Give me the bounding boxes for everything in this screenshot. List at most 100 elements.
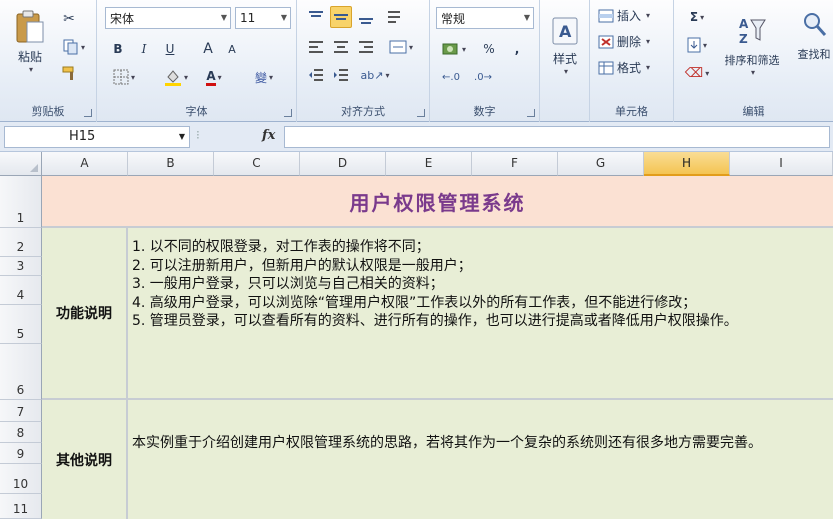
border-button[interactable]: ▾	[107, 66, 141, 88]
increase-decimal-icon: ←.0	[442, 71, 460, 83]
scissors-icon: ✂	[63, 11, 75, 27]
svg-text:Z: Z	[739, 32, 748, 46]
chevron-down-icon: ▼	[220, 13, 227, 22]
other-label-cell[interactable]: 其他说明	[42, 400, 128, 519]
align-right-button[interactable]	[355, 36, 377, 58]
shrink-font-button[interactable]: A	[221, 38, 243, 60]
sort-filter-label: 排序和筛选	[724, 53, 780, 67]
phonetic-button[interactable]: 變 ▾	[247, 66, 281, 88]
wrap-text-icon	[388, 11, 400, 23]
row-header-1[interactable]: 1	[0, 176, 42, 228]
font-size-combo[interactable]: 11 ▼	[235, 7, 291, 29]
clipboard-launcher-icon[interactable]	[84, 109, 92, 117]
format-label: 格式	[617, 61, 642, 75]
column-header-g[interactable]: G	[558, 152, 644, 176]
fill-color-icon	[164, 70, 181, 86]
font-launcher-icon[interactable]	[284, 109, 292, 117]
bold-button[interactable]: B	[107, 38, 129, 60]
clear-button[interactable]: ⌫ ▾	[682, 62, 712, 84]
delete-cells-button[interactable]: 删除 ▾	[598, 33, 650, 50]
insert-function-button[interactable]: fx	[262, 128, 275, 143]
align-middle-button[interactable]	[330, 6, 352, 28]
select-all-button[interactable]	[0, 152, 42, 176]
paste-button[interactable]: 粘贴 ▾	[8, 4, 52, 80]
row-header-6[interactable]: 6	[0, 344, 42, 400]
copy-button[interactable]: ▾	[58, 36, 90, 58]
worksheet-grid: A B C D E F G H I 1 2 3 4 5 6 7 8 9 10 1…	[0, 152, 833, 519]
column-header-d[interactable]: D	[300, 152, 386, 176]
sort-filter-button[interactable]: AZ 排序和筛选 ▾	[718, 4, 786, 86]
fill-down-icon	[687, 37, 701, 53]
cut-button[interactable]: ✂	[58, 8, 80, 30]
row-header-3[interactable]: 3	[0, 257, 42, 276]
column-header-b[interactable]: B	[128, 152, 214, 176]
format-cells-button[interactable]: 格式 ▾	[598, 59, 650, 76]
ribbon: 粘贴 ▾ ✂ ▾ 剪贴板 宋体 ▼ 11 ▼ B I U A A ▾ ▾ A ▾…	[0, 0, 833, 122]
align-bottom-button[interactable]	[355, 6, 377, 28]
font-color-button[interactable]: A ▾	[197, 66, 231, 88]
row-header-2[interactable]: 2	[0, 228, 42, 257]
decrease-decimal-button[interactable]: .0→	[470, 66, 496, 88]
column-header-f[interactable]: F	[472, 152, 558, 176]
grow-font-button[interactable]: A	[197, 38, 219, 60]
column-header-i[interactable]: I	[730, 152, 833, 176]
name-box[interactable]: H15 ▼	[4, 126, 190, 148]
increase-decimal-button[interactable]: ←.0	[438, 66, 464, 88]
clipboard-group: 粘贴 ▾ ✂ ▾ 剪贴板	[0, 0, 97, 122]
row-header-8[interactable]: 8	[0, 422, 42, 443]
column-header-c[interactable]: C	[214, 152, 300, 176]
number-launcher-icon[interactable]	[527, 109, 535, 117]
row-header-4[interactable]: 4	[0, 276, 42, 305]
row-header-10[interactable]: 10	[0, 464, 42, 494]
number-format-combo[interactable]: 常规 ▼	[436, 7, 534, 29]
function-label-cell[interactable]: 功能说明	[42, 228, 128, 400]
fill-button[interactable]: ▾	[682, 34, 712, 56]
column-header-a[interactable]: A	[42, 152, 128, 176]
other-content-cell[interactable]: 本实例重于介绍创建用户权限管理系统的思路，若将其作为一个复杂的系统则还有很多地方…	[128, 400, 833, 519]
paste-icon	[16, 10, 44, 43]
orientation-button[interactable]: ab↗ ▾	[359, 64, 391, 86]
currency-button[interactable]: ▾	[438, 38, 470, 60]
font-name-combo[interactable]: 宋体 ▼	[105, 7, 231, 29]
align-right-icon	[359, 41, 373, 53]
italic-button[interactable]: I	[133, 38, 155, 60]
increase-indent-button[interactable]	[330, 64, 352, 86]
formula-divider-icon: ⁝	[196, 128, 200, 142]
function-content-cell[interactable]: 1. 以不同的权限登录，对工作表的操作将不同； 2. 可以注册新用户，但新用户的…	[128, 228, 833, 400]
percent-button[interactable]: %	[478, 38, 500, 60]
column-header-e[interactable]: E	[386, 152, 472, 176]
align-left-icon	[309, 41, 323, 53]
underline-button[interactable]: U	[159, 38, 181, 60]
font-group-label: 字体	[185, 105, 208, 118]
phonetic-label: 變	[254, 70, 267, 85]
find-select-button[interactable]: 查找和	[790, 4, 833, 86]
delete-icon	[598, 35, 614, 48]
chevron-down-icon: ▼	[523, 13, 530, 22]
row-header-5[interactable]: 5	[0, 305, 42, 344]
merge-center-button[interactable]: ▾	[385, 36, 417, 58]
cells-group: 插入 ▾ 删除 ▾ 格式 ▾ 单元格	[590, 0, 674, 122]
align-top-button[interactable]	[305, 6, 327, 28]
align-center-button[interactable]	[330, 36, 352, 58]
insert-cells-button[interactable]: 插入 ▾	[598, 7, 650, 24]
align-left-button[interactable]	[305, 36, 327, 58]
row-header-7[interactable]: 7	[0, 400, 42, 422]
editing-group: Σ ▾ ▾ ⌫ ▾ AZ 排序和筛选 ▾ 查找和 编辑	[674, 0, 833, 122]
autosum-button[interactable]: Σ ▾	[682, 6, 712, 28]
title-cell[interactable]: 用户权限管理系统	[42, 176, 833, 228]
comma-button[interactable]: ,	[506, 38, 528, 60]
insert-icon	[598, 9, 614, 22]
font-size-value: 11	[240, 11, 256, 25]
formula-input[interactable]	[284, 126, 830, 148]
styles-button[interactable]: A 样式 ▾	[544, 6, 586, 86]
sum-icon: Σ	[689, 10, 699, 24]
decrease-indent-button[interactable]	[305, 64, 327, 86]
fill-color-button[interactable]: ▾	[159, 66, 193, 88]
wrap-text-button[interactable]	[385, 6, 407, 28]
row-header-9[interactable]: 9	[0, 443, 42, 464]
alignment-launcher-icon[interactable]	[417, 109, 425, 117]
format-painter-button[interactable]	[58, 62, 80, 84]
column-header-h[interactable]: H	[644, 152, 730, 176]
decrease-indent-icon	[309, 69, 323, 81]
row-header-11[interactable]: 11	[0, 494, 42, 519]
